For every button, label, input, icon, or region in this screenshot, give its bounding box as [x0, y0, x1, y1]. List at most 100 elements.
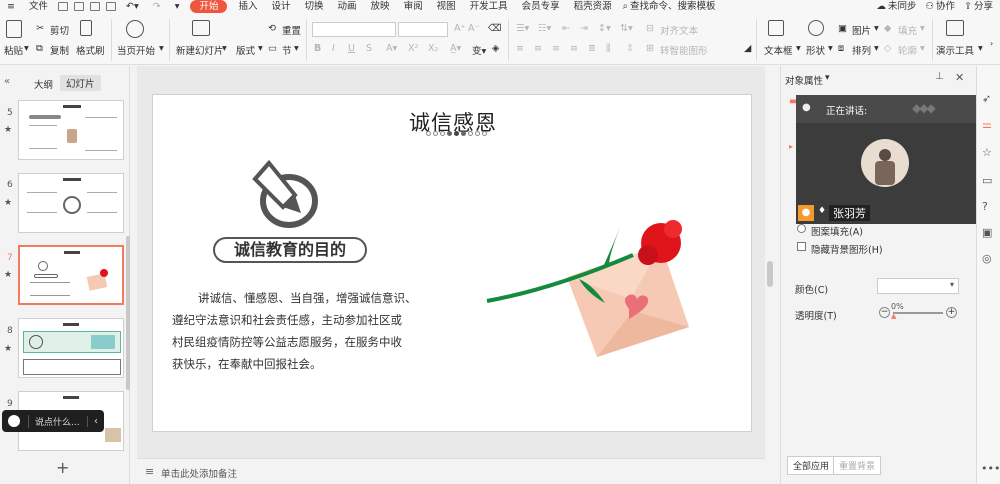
more-icon[interactable]: ▾ [168, 0, 187, 13]
textbox-button[interactable]: 文本框 [764, 43, 793, 57]
redo-icon[interactable]: ↷ [146, 0, 168, 13]
text-direction-icon[interactable]: ⇅▾ [620, 23, 633, 34]
shadow-icon[interactable]: S [366, 43, 372, 54]
paste-dropdown-icon[interactable]: ▾ [24, 43, 29, 54]
command-search[interactable]: 查找命令、搜索模板 [630, 0, 723, 13]
tab-insert[interactable]: 插入 [231, 0, 264, 13]
play-icon[interactable] [126, 20, 144, 38]
save-icon[interactable] [57, 2, 68, 11]
fill-dropdown-icon[interactable]: ▾ [920, 23, 925, 34]
presentation-tools-button[interactable]: 演示工具 [936, 43, 974, 57]
hamburger-icon[interactable]: ≡ [0, 0, 22, 13]
grow-font-icon[interactable]: A⁺ [454, 23, 466, 34]
reset-background-button[interactable]: 重置背景 [833, 456, 882, 475]
minus-icon[interactable]: − [879, 307, 890, 318]
char-spacing-icon[interactable]: A̲▾ [450, 43, 461, 54]
slideshow-icon[interactable]: ▭ [982, 174, 992, 187]
tab-member[interactable]: 会员专享 [515, 0, 567, 13]
subscript-icon[interactable]: X₂ [428, 43, 438, 54]
fill-button[interactable]: 填充 [898, 23, 917, 37]
new-slide-dropdown-icon[interactable]: ▾ [222, 43, 227, 54]
textbox-icon[interactable] [768, 20, 784, 36]
reset-button[interactable]: 重置 [282, 23, 301, 37]
slide-thumbnail-5[interactable] [18, 100, 124, 160]
collapse-chevron-icon[interactable]: ‹ [87, 415, 104, 427]
paste-icon[interactable] [6, 20, 22, 38]
font-name-select[interactable] [312, 22, 396, 37]
section-button[interactable]: 节 [282, 43, 292, 57]
underline-icon[interactable]: U [348, 43, 355, 54]
notes-bar[interactable]: ≡ 单击此处添加备注 [137, 458, 765, 484]
transparency-slider[interactable] [893, 312, 943, 314]
presentation-tools-dropdown-icon[interactable]: ▾ [978, 43, 983, 54]
picture-icon[interactable]: ▣ [838, 23, 847, 34]
presentation-tools-icon[interactable] [946, 20, 964, 36]
align-left-icon[interactable]: ≡ [516, 43, 524, 54]
new-slide-icon[interactable] [192, 20, 210, 36]
copy-icon[interactable]: ⧉ [36, 43, 43, 54]
thumb-scrollbar[interactable] [126, 236, 130, 390]
properties-icon[interactable]: ⚌ [982, 118, 992, 131]
font-size-select[interactable] [398, 22, 448, 37]
notes-placeholder[interactable]: 单击此处添加备注 [161, 466, 237, 480]
tab-outline[interactable]: 大纲 [34, 77, 53, 91]
print-icon[interactable] [89, 2, 100, 11]
cut-button[interactable]: 剪切 [50, 23, 69, 37]
menu-file[interactable]: 文件 [22, 0, 55, 13]
ribbon-scroll-icon[interactable]: › [990, 39, 993, 48]
picture-dropdown-icon[interactable]: ▾ [874, 23, 879, 34]
ribbon-expand-icon[interactable]: ◢ [744, 43, 751, 54]
reset-icon[interactable]: ⟲ [268, 23, 276, 34]
search-icon[interactable]: ⌕ [619, 0, 630, 13]
indent-increase-icon[interactable]: ⇥ [580, 23, 588, 34]
fill-icon[interactable]: ◆ [884, 23, 891, 34]
textbox-dropdown-icon[interactable]: ▾ [796, 43, 801, 54]
numbered-list-icon[interactable]: ☷▾ [538, 23, 551, 34]
picture-button[interactable]: 图片 [852, 23, 871, 37]
paste-button[interactable]: 粘贴 [4, 43, 23, 57]
outline-button[interactable]: 轮廓 [898, 43, 917, 57]
justify-icon[interactable]: ≡ [570, 43, 578, 54]
italic-icon[interactable]: I [332, 43, 335, 54]
smart-art-icon[interactable]: ⊞ [646, 43, 654, 54]
export-icon[interactable] [73, 2, 84, 11]
canvas-scrollbar[interactable] [767, 261, 773, 287]
font-color-icon[interactable]: A▾ [386, 43, 397, 54]
section-icon[interactable]: ▭ [268, 43, 277, 54]
align-text-icon[interactable]: ⊟ [646, 23, 654, 34]
align-center-icon[interactable]: ≡ [534, 43, 542, 54]
tab-slides[interactable]: 幻灯片 [60, 75, 101, 91]
color-select[interactable]: ▾ [877, 278, 959, 294]
undo-icon[interactable]: ↶▾ [119, 0, 146, 13]
collapse-pane-icon[interactable]: « [4, 76, 10, 87]
bullet-list-icon[interactable]: ☰▾ [516, 23, 529, 34]
bold-icon[interactable]: B [314, 43, 321, 54]
layout-dropdown-icon[interactable]: ▾ [258, 43, 263, 54]
slider-thumb-icon[interactable]: ▲ [891, 312, 896, 320]
speaker-video-panel[interactable]: ● 正在讲话: ◆◆◆ ● ♦ 张羽芳 [796, 95, 976, 224]
change-case-icon[interactable]: 变▾ [472, 43, 486, 57]
pane-title-dropdown-icon[interactable]: ▾ [825, 73, 830, 83]
more-options-icon[interactable]: ••• [981, 462, 1000, 475]
cut-icon[interactable]: ✂ [36, 23, 44, 34]
rocket-icon[interactable]: ➶ [982, 92, 991, 105]
slide-thumbnail-7[interactable] [18, 245, 124, 305]
shape-dropdown-icon[interactable]: ▾ [828, 43, 833, 54]
align-text-button[interactable]: 对齐文本 [660, 23, 698, 37]
copy-button[interactable]: 复制 [50, 43, 69, 57]
tab-view[interactable]: 视图 [430, 0, 463, 13]
align-right-icon[interactable]: ≡ [552, 43, 560, 54]
pane-title[interactable]: 对象属性 [785, 73, 823, 87]
tab-docer[interactable]: 稻壳资源 [567, 0, 619, 13]
from-current-dropdown-icon[interactable]: ▾ [159, 43, 164, 54]
location-icon[interactable]: ◎ [982, 252, 992, 265]
hide-bg-checkbox[interactable] [797, 242, 806, 251]
shape-button[interactable]: 形状 [806, 43, 825, 57]
tab-animation[interactable]: 动画 [331, 0, 364, 13]
smiley-icon[interactable] [8, 415, 20, 427]
apply-all-button[interactable]: 全部应用 [787, 456, 836, 475]
collab-button[interactable]: 协作 [936, 0, 962, 13]
layout-button[interactable]: 版式 [236, 43, 255, 57]
new-slide-button[interactable]: 新建幻灯片 [176, 43, 224, 57]
tab-design[interactable]: 设计 [265, 0, 298, 13]
